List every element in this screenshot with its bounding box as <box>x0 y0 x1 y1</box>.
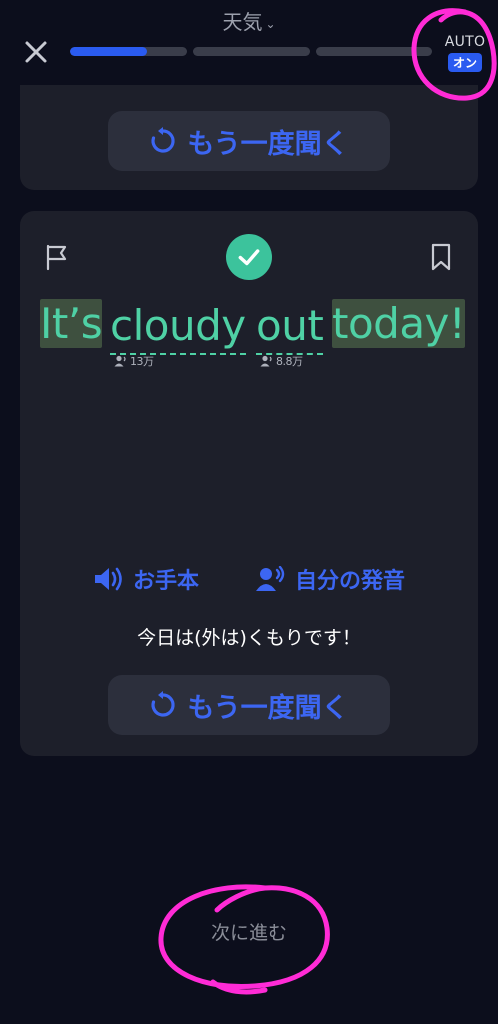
bookmark-icon[interactable] <box>430 243 452 271</box>
english-sentence: It’s cloudy out today! 13万 8.8万 <box>40 299 466 368</box>
word-frequency: 8.8万 <box>260 353 303 369</box>
own-recording-button[interactable]: 自分の発音 <box>255 563 405 595</box>
word-frequency: 13万 <box>114 353 154 369</box>
lesson-progress <box>70 47 432 56</box>
sentence-word[interactable]: cloudy <box>110 299 246 355</box>
replay-button[interactable]: もう一度聞く <box>108 675 390 735</box>
lesson-screen: 天気 ⌄ AUTO オン もう一度聞く It’s cloudy out toda… <box>0 0 498 1024</box>
model-audio-label: お手本 <box>132 569 199 594</box>
chevron-down-icon: ⌄ <box>265 16 276 31</box>
speaker-person-icon <box>114 355 126 367</box>
progress-segment <box>193 47 310 56</box>
next-button[interactable]: 次に進む <box>0 918 498 945</box>
frequency-count: 13万 <box>130 355 154 368</box>
auto-label: AUTO <box>444 34 486 50</box>
replay-button[interactable]: もう一度聞く <box>108 111 390 171</box>
sentence-word[interactable]: today! <box>332 299 466 348</box>
phrase-card: It’s cloudy out today! 13万 8.8万 お手本 自分の発… <box>20 211 478 756</box>
lesson-title-selector[interactable]: 天気 ⌄ <box>0 6 498 35</box>
japanese-translation: 今日は(外は)くもりです！ <box>137 627 361 649</box>
close-icon <box>25 41 47 63</box>
speaker-icon <box>94 567 122 591</box>
close-button[interactable] <box>20 36 52 68</box>
audio-options: お手本 自分の発音 <box>20 563 478 595</box>
sentence-word[interactable]: It’s <box>40 299 103 348</box>
replay-icon <box>151 691 176 717</box>
model-audio-button[interactable]: お手本 <box>93 563 199 595</box>
flag-icon[interactable] <box>44 243 70 271</box>
speaker-person-icon <box>260 355 272 367</box>
previous-phrase-card: もう一度聞く <box>20 85 478 190</box>
frequency-count: 8.8万 <box>276 355 303 368</box>
progress-segment <box>316 47 432 56</box>
sentence-word[interactable]: out <box>256 299 324 355</box>
person-speaking-icon <box>256 566 285 591</box>
auto-state-badge: オン <box>447 53 482 72</box>
check-icon <box>226 234 272 280</box>
replay-icon <box>151 127 176 153</box>
lesson-title: 天気 <box>222 10 263 34</box>
own-recording-label: 自分の発音 <box>295 569 406 594</box>
replay-label: もう一度聞く <box>187 692 349 724</box>
next-label: 次に進む <box>210 922 287 944</box>
auto-play-toggle[interactable]: AUTO オン <box>440 34 490 72</box>
progress-segment <box>70 47 187 56</box>
replay-label: もう一度聞く <box>187 128 349 160</box>
